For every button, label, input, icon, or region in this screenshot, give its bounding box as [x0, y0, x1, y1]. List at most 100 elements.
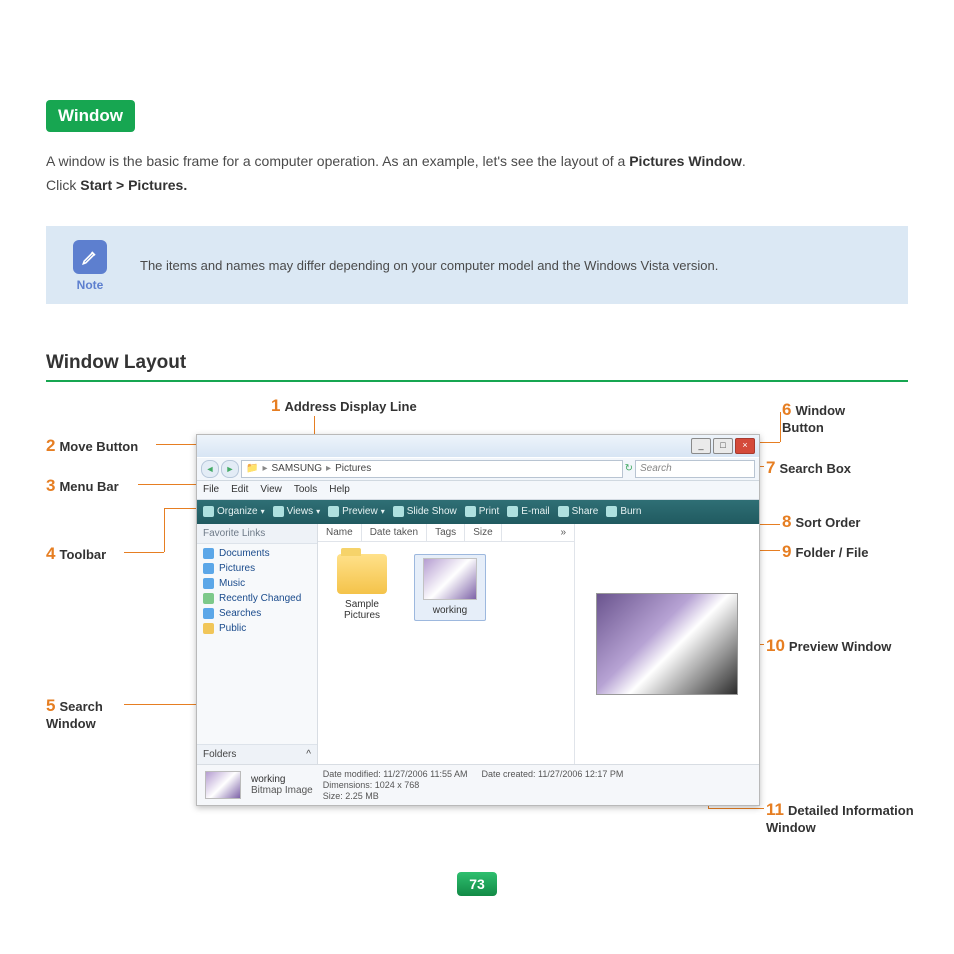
- breadcrumb-item[interactable]: SAMSUNG: [271, 463, 322, 474]
- folders-toggle[interactable]: Folders^: [197, 744, 317, 764]
- address-bar[interactable]: 📁 ▸ SAMSUNG ▸ Pictures: [241, 460, 623, 478]
- callout-num: 3: [46, 476, 55, 495]
- chevron-right-icon: ▸: [326, 463, 331, 474]
- details-pane: working Bitmap Image Date modified: 11/2…: [197, 764, 759, 805]
- back-button[interactable]: ◄: [201, 460, 219, 478]
- image-icon: [423, 558, 477, 600]
- toolbar-burn[interactable]: Burn: [606, 506, 641, 517]
- callout-3: 3 Menu Bar: [46, 476, 119, 496]
- callout-num: 7: [766, 458, 775, 477]
- callout-11: 11Detailed Information Window: [766, 800, 936, 835]
- menu-tools[interactable]: Tools: [294, 484, 317, 495]
- note-label: Note: [66, 278, 114, 292]
- share-icon: [558, 506, 569, 517]
- sidebar-item-recent[interactable]: Recently Changed: [203, 593, 311, 604]
- thumb-label: Sample Pictures: [330, 599, 394, 621]
- col-size[interactable]: Size: [465, 524, 501, 541]
- leader-line: [124, 704, 198, 705]
- section-title-badge: Window: [46, 100, 135, 132]
- nav-row: ◄ ► 📁 ▸ SAMSUNG ▸ Pictures ↻ Search: [197, 457, 759, 481]
- col-more[interactable]: »: [502, 524, 574, 541]
- toolbar-print[interactable]: Print: [465, 506, 500, 517]
- toolbar-views[interactable]: Views▾: [273, 506, 321, 517]
- menu-bar: File Edit View Tools Help: [197, 481, 759, 500]
- leader-line: [758, 442, 780, 443]
- thumb-label: working: [418, 605, 482, 616]
- titlebar: _ □ ×: [197, 435, 759, 457]
- file-list: Name Date taken Tags Size » Sample Pictu…: [318, 524, 574, 764]
- close-button[interactable]: ×: [735, 438, 755, 454]
- col-name[interactable]: Name: [318, 524, 362, 541]
- note-box: Note The items and names may differ depe…: [46, 226, 908, 304]
- maximize-button[interactable]: □: [713, 438, 733, 454]
- list-item[interactable]: working: [414, 554, 486, 621]
- intro-paragraph: A window is the basic frame for a comput…: [46, 150, 908, 198]
- menu-edit[interactable]: Edit: [231, 484, 248, 495]
- menu-file[interactable]: File: [203, 484, 219, 495]
- intro-text: Click: [46, 177, 80, 193]
- col-date[interactable]: Date taken: [362, 524, 427, 541]
- callout-num: 4: [46, 544, 55, 563]
- pencil-icon: [73, 240, 107, 274]
- callout-num: 10: [766, 636, 785, 655]
- column-headers: Name Date taken Tags Size »: [318, 524, 574, 542]
- minimize-button[interactable]: _: [691, 438, 711, 454]
- callout-label: Search Box: [779, 461, 851, 476]
- callout-5: 5Search Window: [46, 696, 126, 731]
- callout-num: 6: [782, 400, 791, 419]
- layout-heading: Window Layout: [46, 352, 908, 382]
- preview-icon: [328, 506, 339, 517]
- music-icon: [203, 578, 214, 589]
- callout-num: 2: [46, 436, 55, 455]
- callout-label: Window Button: [782, 403, 845, 435]
- search-icon: [203, 608, 214, 619]
- col-tags[interactable]: Tags: [427, 524, 465, 541]
- slideshow-icon: [393, 506, 404, 517]
- details-type: Bitmap Image: [251, 785, 313, 796]
- callout-8: 8Sort Order: [782, 512, 860, 532]
- callout-label: Detailed Information Window: [766, 803, 914, 835]
- print-icon: [465, 506, 476, 517]
- sidebar-title: Favorite Links: [197, 524, 317, 544]
- list-item[interactable]: Sample Pictures: [330, 554, 394, 621]
- details-thumb: [205, 771, 241, 799]
- intro-text: .: [742, 153, 746, 169]
- sidebar: Favorite Links Documents Pictures Music …: [197, 524, 318, 764]
- preview-pane: [574, 524, 759, 764]
- leader-line: [164, 508, 165, 552]
- sidebar-item-searches[interactable]: Searches: [203, 608, 311, 619]
- explorer-window: _ □ × ◄ ► 📁 ▸ SAMSUNG ▸ Pictures ↻ Searc…: [196, 434, 760, 806]
- intro-bold: Start > Pictures.: [80, 177, 187, 193]
- page-number: 73: [457, 872, 497, 896]
- details-name: working: [251, 774, 313, 785]
- sidebar-item-public[interactable]: Public: [203, 623, 311, 634]
- callout-num: 11: [766, 800, 784, 819]
- search-input[interactable]: Search: [635, 460, 755, 478]
- email-icon: [507, 506, 518, 517]
- toolbar-slideshow[interactable]: Slide Show: [393, 506, 457, 517]
- callout-label: Toolbar: [59, 547, 106, 562]
- callout-label: Address Display Line: [284, 399, 416, 414]
- forward-button[interactable]: ►: [221, 460, 239, 478]
- menu-help[interactable]: Help: [329, 484, 350, 495]
- callout-label: Sort Order: [795, 515, 860, 530]
- sidebar-item-music[interactable]: Music: [203, 578, 311, 589]
- toolbar-email[interactable]: E-mail: [507, 506, 549, 517]
- toolbar-share[interactable]: Share: [558, 506, 599, 517]
- callout-label: Move Button: [59, 439, 138, 454]
- callout-num: 5: [46, 696, 55, 715]
- callout-label: Folder / File: [795, 545, 868, 560]
- document-icon: [203, 548, 214, 559]
- sidebar-item-documents[interactable]: Documents: [203, 548, 311, 559]
- refresh-icon[interactable]: ↻: [625, 463, 633, 474]
- callout-label: Menu Bar: [59, 479, 118, 494]
- chevron-right-icon: ▸: [262, 463, 267, 474]
- toolbar-preview[interactable]: Preview▾: [328, 506, 385, 517]
- callout-1: 1Address Display Line: [271, 396, 417, 416]
- sidebar-item-pictures[interactable]: Pictures: [203, 563, 311, 574]
- menu-view[interactable]: View: [260, 484, 282, 495]
- leader-line: [780, 412, 781, 442]
- toolbar-organize[interactable]: Organize▾: [203, 506, 265, 517]
- views-icon: [273, 506, 284, 517]
- breadcrumb-item[interactable]: Pictures: [335, 463, 371, 474]
